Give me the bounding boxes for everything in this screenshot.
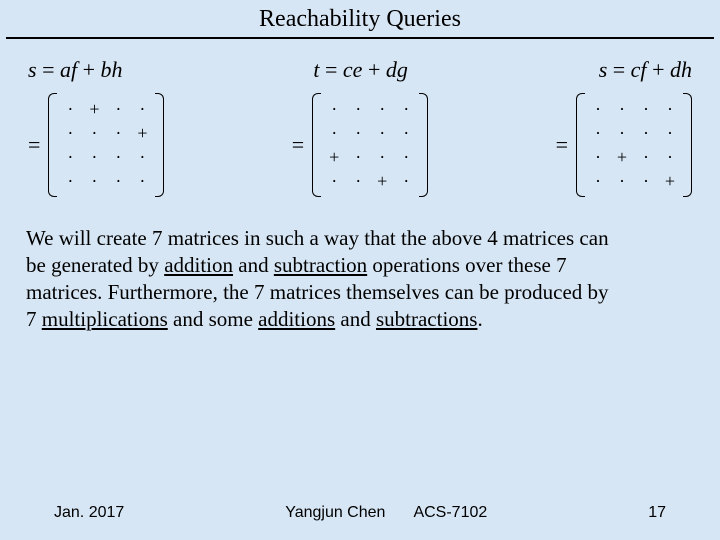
footer-date: Jan. 2017 [54, 504, 124, 522]
matrix-2: ···· ···· +··· ··+· [312, 93, 428, 197]
underline-addition: addition [164, 253, 233, 277]
underline-additions: additions [258, 307, 335, 331]
underline-multiplications: multiplications [42, 307, 168, 331]
underline-subtractions: subtractions [376, 307, 477, 331]
equation-row: s = af + bh t = ce + dg s = cf + dh [0, 39, 720, 89]
matrix-block-3: = ···· ···· ·+·· ···+ [556, 93, 692, 197]
matrix-3: ···· ···· ·+·· ···+ [576, 93, 692, 197]
eq-s: s = af + bh [28, 57, 123, 83]
matrices-row: = ·+·· ···+ ···· ···· = ···· ···· +··· ·… [0, 89, 720, 197]
matrix-1: ·+·· ···+ ···· ···· [48, 93, 164, 197]
eq-t: t = ce + dg [313, 57, 408, 83]
slide-title: Reachability Queries [6, 0, 714, 39]
matrix-block-1: = ·+·· ···+ ···· ···· [28, 93, 164, 197]
footer: Jan. 2017 Yangjun Chen ACS-7102 17 [0, 504, 720, 522]
footer-course: ACS-7102 [413, 504, 487, 522]
footer-page: 17 [648, 504, 666, 522]
footer-author: Yangjun Chen [285, 504, 385, 522]
body-paragraph: We will create 7 matrices in such a way … [0, 197, 720, 333]
matrix-block-2: = ···· ···· +··· ··+· [292, 93, 428, 197]
equals-sign: = [556, 132, 568, 158]
equals-sign: = [292, 132, 304, 158]
eq-s2: s = cf + dh [599, 57, 692, 83]
equals-sign: = [28, 132, 40, 158]
underline-subtraction: subtraction [274, 253, 367, 277]
